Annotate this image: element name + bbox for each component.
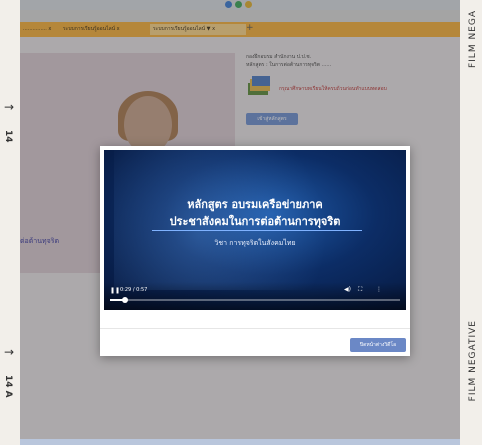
video-title-line2: ประชาสังคมในการต่อต้านการทุจริต <box>169 215 341 228</box>
film-arrow-bottom: → <box>4 345 15 359</box>
video-scrubber[interactable] <box>121 297 128 303</box>
screen: ............... x ระบบการเรียนรู้ออนไลน์… <box>20 0 460 445</box>
modal-divider <box>100 328 410 329</box>
video-time: 0:29 / 0:57 <box>120 287 148 293</box>
film-label-bottom: FILM NEGATIVE <box>468 320 478 402</box>
film-frame-number: 14 <box>3 130 13 143</box>
video-modal: หลักสูตร อบรมเครือข่ายภาค ประชาสังคมในกา… <box>100 146 410 356</box>
close-video-button[interactable]: ปิดหน้าต่างวิดีโอ <box>350 338 406 352</box>
video-progress-track[interactable] <box>110 297 400 303</box>
video-controls: ❚❚ 0:29 / 0:57 ◀) ⛶ ⋮ <box>104 282 406 310</box>
film-right-edge: FILM NEGA FILM NEGATIVE <box>460 0 482 445</box>
volume-icon[interactable]: ◀) <box>344 286 351 293</box>
fullscreen-icon[interactable]: ⛶ <box>358 286 362 294</box>
film-label-top: FILM NEGA <box>468 10 478 69</box>
film-left-edge: → 14 → 14 A <box>0 0 20 445</box>
video-subtitle: วิชา การทุจริตในสังคมไทย <box>214 239 296 247</box>
video-divider <box>152 230 362 231</box>
video-player[interactable]: หลักสูตร อบรมเครือข่ายภาค ประชาสังคมในกา… <box>104 150 406 310</box>
video-title-line1: หลักสูตร อบรมเครือข่ายภาค <box>187 198 323 211</box>
film-frame-number-a: 14 A <box>3 375 13 398</box>
taskbar <box>20 439 460 445</box>
more-options-icon[interactable]: ⋮ <box>376 286 382 293</box>
pause-icon[interactable]: ❚❚ <box>110 287 120 294</box>
film-arrow-top: → <box>4 100 15 114</box>
